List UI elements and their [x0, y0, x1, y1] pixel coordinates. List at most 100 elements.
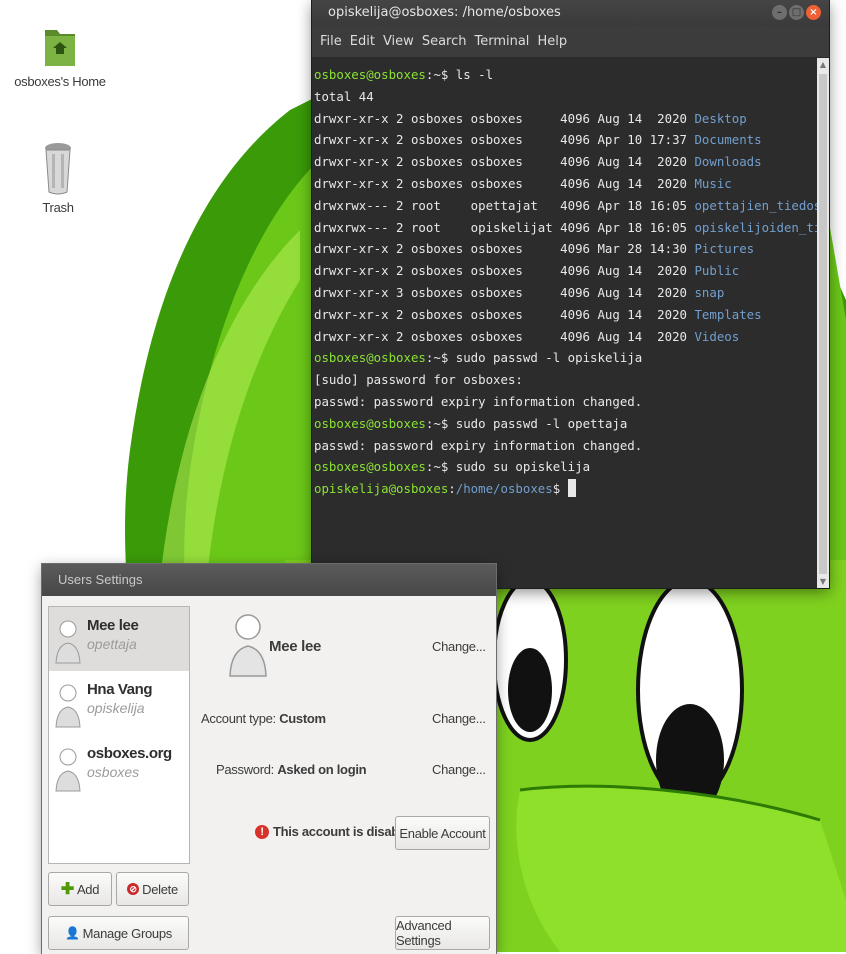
terminal-line: drwxr-xr-x 2 osboxes osboxes 4096 Aug 14… — [314, 304, 817, 326]
terminal-dir-name: Templates — [694, 306, 762, 322]
terminal-dir-name: Videos — [694, 328, 740, 344]
enable-account-button[interactable]: Enable Account — [395, 816, 490, 850]
terminal-text: total 44 — [314, 88, 374, 104]
terminal-text: drwxr-xr-x 2 osboxes osboxes 4096 Aug 14… — [314, 306, 695, 322]
account-type-label: Account type: — [201, 711, 276, 726]
terminal-line: drwxr-xr-x 2 osboxes osboxes 4096 Mar 28… — [314, 238, 817, 260]
user-name: Hna Vang — [87, 681, 153, 698]
terminal-line: osboxes@osboxes:~$ sudo su opiskelija — [314, 456, 817, 478]
add-user-button[interactable]: ✚ Add — [48, 872, 112, 906]
terminal-dir-name: opiskelijoiden_tiedostot — [694, 219, 817, 235]
desktop-icon-trash[interactable]: Trash — [0, 140, 118, 215]
terminal-line: total 44 — [314, 86, 817, 108]
menu-help[interactable]: Help — [533, 34, 571, 49]
user-list-item[interactable]: Hna Vang opiskelija — [49, 671, 189, 735]
terminal-prompt-user: osboxes@osboxes — [314, 459, 426, 475]
user-list-item[interactable]: Mee lee opettaja — [49, 607, 189, 671]
user-username: osboxes — [87, 764, 140, 780]
terminal-text: sudo passwd -l opettaja — [455, 415, 628, 431]
menu-edit[interactable]: Edit — [346, 34, 379, 49]
terminal-line: drwxrwx--- 2 root opiskelijat 4096 Apr 1… — [314, 217, 817, 239]
terminal-prompt-separator: :~$ — [425, 67, 456, 82]
terminal-text: passwd: password expiry information chan… — [314, 437, 643, 453]
trash-icon — [45, 143, 71, 195]
user-avatar-icon — [55, 620, 81, 664]
users-settings-window[interactable]: Users Settings Mee lee opettaja Hna Vang… — [42, 564, 496, 954]
user-avatar-icon — [55, 684, 81, 728]
account-type-value: Custom — [279, 711, 326, 726]
terminal-dir-name: Pictures — [694, 241, 755, 257]
menu-terminal[interactable]: Terminal — [470, 34, 533, 49]
terminal-line: drwxr-xr-x 2 osboxes osboxes 4096 Aug 14… — [314, 173, 817, 195]
user-list: Mee lee opettaja Hna Vang opiskelija osb… — [48, 606, 190, 864]
terminal-dir-name: Documents — [694, 132, 762, 148]
terminal-text: drwxr-xr-x 2 osboxes osboxes 4096 Mar 28… — [314, 241, 695, 257]
terminal-text: sudo su opiskelija — [455, 459, 591, 475]
close-button[interactable]: × — [806, 5, 821, 20]
terminal-prompt-separator: :~$ — [425, 350, 456, 366]
menu-search[interactable]: Search — [418, 34, 471, 49]
user-name: osboxes.org — [87, 745, 172, 762]
terminal-line: drwxr-xr-x 2 osboxes osboxes 4096 Aug 14… — [314, 151, 817, 173]
users-settings-title: Users Settings — [58, 572, 143, 587]
user-list-item[interactable]: osboxes.org osboxes — [49, 735, 189, 799]
terminal-line: drwxrwx--- 2 root opettajat 4096 Apr 18 … — [314, 195, 817, 217]
terminal-text: ls -l — [455, 67, 494, 82]
terminal-output[interactable]: osboxes@osboxes:~$ ls -l total 44 drwxr-xr… — [312, 58, 817, 588]
terminal-prompt-user: opiskelija@osboxes — [314, 481, 449, 497]
user-username: opiskelija — [87, 700, 145, 716]
menu-view[interactable]: View — [379, 34, 418, 49]
change-password-link[interactable]: Change... — [432, 762, 486, 777]
terminal-text: drwxr-xr-x 2 osboxes osboxes 4096 Aug 14… — [314, 154, 695, 170]
terminal-text: drwxr-xr-x 3 osboxes osboxes 4096 Aug 14… — [314, 284, 695, 300]
terminal-titlebar[interactable]: opiskelija@osboxes: /home/osboxes – □ × — [312, 0, 829, 26]
terminal-text: drwxr-xr-x 2 osboxes osboxes 4096 Aug 14… — [314, 263, 695, 279]
terminal-line: [sudo] password for osboxes: — [314, 369, 817, 391]
advanced-settings-button[interactable]: Advanced Settings — [395, 916, 490, 950]
desktop-icon-home-label: osboxes's Home — [14, 74, 106, 89]
manage-groups-button[interactable]: 👤 Manage Groups — [48, 916, 189, 950]
delete-user-button[interactable]: ⊘ Delete — [116, 872, 189, 906]
terminal-window[interactable]: opiskelija@osboxes: /home/osboxes – □ × … — [312, 0, 829, 588]
maximize-button[interactable]: □ — [789, 5, 804, 20]
terminal-line: opiskelija@osboxes:/home/osboxes$ — [314, 478, 817, 500]
user-name: Mee lee — [87, 617, 139, 634]
user-username: opettaja — [87, 636, 137, 652]
terminal-dir-name: snap — [694, 284, 725, 300]
terminal-text: drwxr-xr-x 2 osboxes osboxes 4096 Aug 14… — [314, 110, 695, 126]
terminal-dir-name: Public — [694, 263, 740, 279]
terminal-prompt-separator: :~$ — [425, 415, 456, 431]
terminal-text: [sudo] password for osboxes: — [314, 372, 523, 388]
desktop-icon-trash-label: Trash — [42, 200, 74, 215]
terminal-prompt-cwd: /home/osboxes — [455, 481, 553, 497]
delete-icon: ⊘ — [127, 883, 140, 895]
desktop-icon-home[interactable]: osboxes's Home — [0, 24, 120, 89]
terminal-line: osboxes@osboxes:~$ ls -l — [314, 64, 817, 86]
change-account-type-link[interactable]: Change... — [432, 711, 486, 726]
groups-icon: 👤 — [65, 926, 80, 940]
terminal-line: drwxr-xr-x 2 osboxes osboxes 4096 Aug 14… — [314, 326, 817, 348]
terminal-dir-name: opettajien_tiedostot — [694, 197, 817, 213]
terminal-text: drwxr-xr-x 2 osboxes osboxes 4096 Aug 14… — [314, 328, 695, 344]
delete-user-label: Delete — [142, 881, 178, 897]
password-label: Password: — [216, 762, 274, 777]
add-icon: ✚ — [60, 881, 74, 898]
terminal-line: drwxr-xr-x 2 osboxes osboxes 4096 Aug 14… — [314, 260, 817, 282]
terminal-dir-name: Desktop — [694, 110, 747, 126]
user-large-avatar-icon — [229, 614, 267, 677]
terminal-line: passwd: password expiry information chan… — [314, 391, 817, 413]
warning-icon: ! — [255, 824, 269, 839]
terminal-text: passwd: password expiry information chan… — [314, 393, 643, 409]
terminal-text: sudo passwd -l opiskelija — [455, 350, 643, 366]
minimize-button[interactable]: – — [772, 5, 787, 20]
home-folder-icon — [45, 30, 75, 66]
terminal-scrollbar[interactable]: ▲ ▼ — [817, 58, 829, 588]
add-user-label: Add — [76, 881, 100, 897]
advanced-settings-label: Advanced Settings — [396, 918, 452, 948]
terminal-text: $ — [552, 481, 568, 497]
change-name-link[interactable]: Change... — [432, 639, 486, 654]
terminal-line: passwd: password expiry information chan… — [314, 435, 817, 457]
terminal-text: drwxrwx--- 2 root opettajat 4096 Apr 18 … — [314, 197, 695, 213]
menu-file[interactable]: File — [316, 34, 346, 49]
users-settings-titlebar[interactable]: Users Settings — [42, 564, 496, 596]
